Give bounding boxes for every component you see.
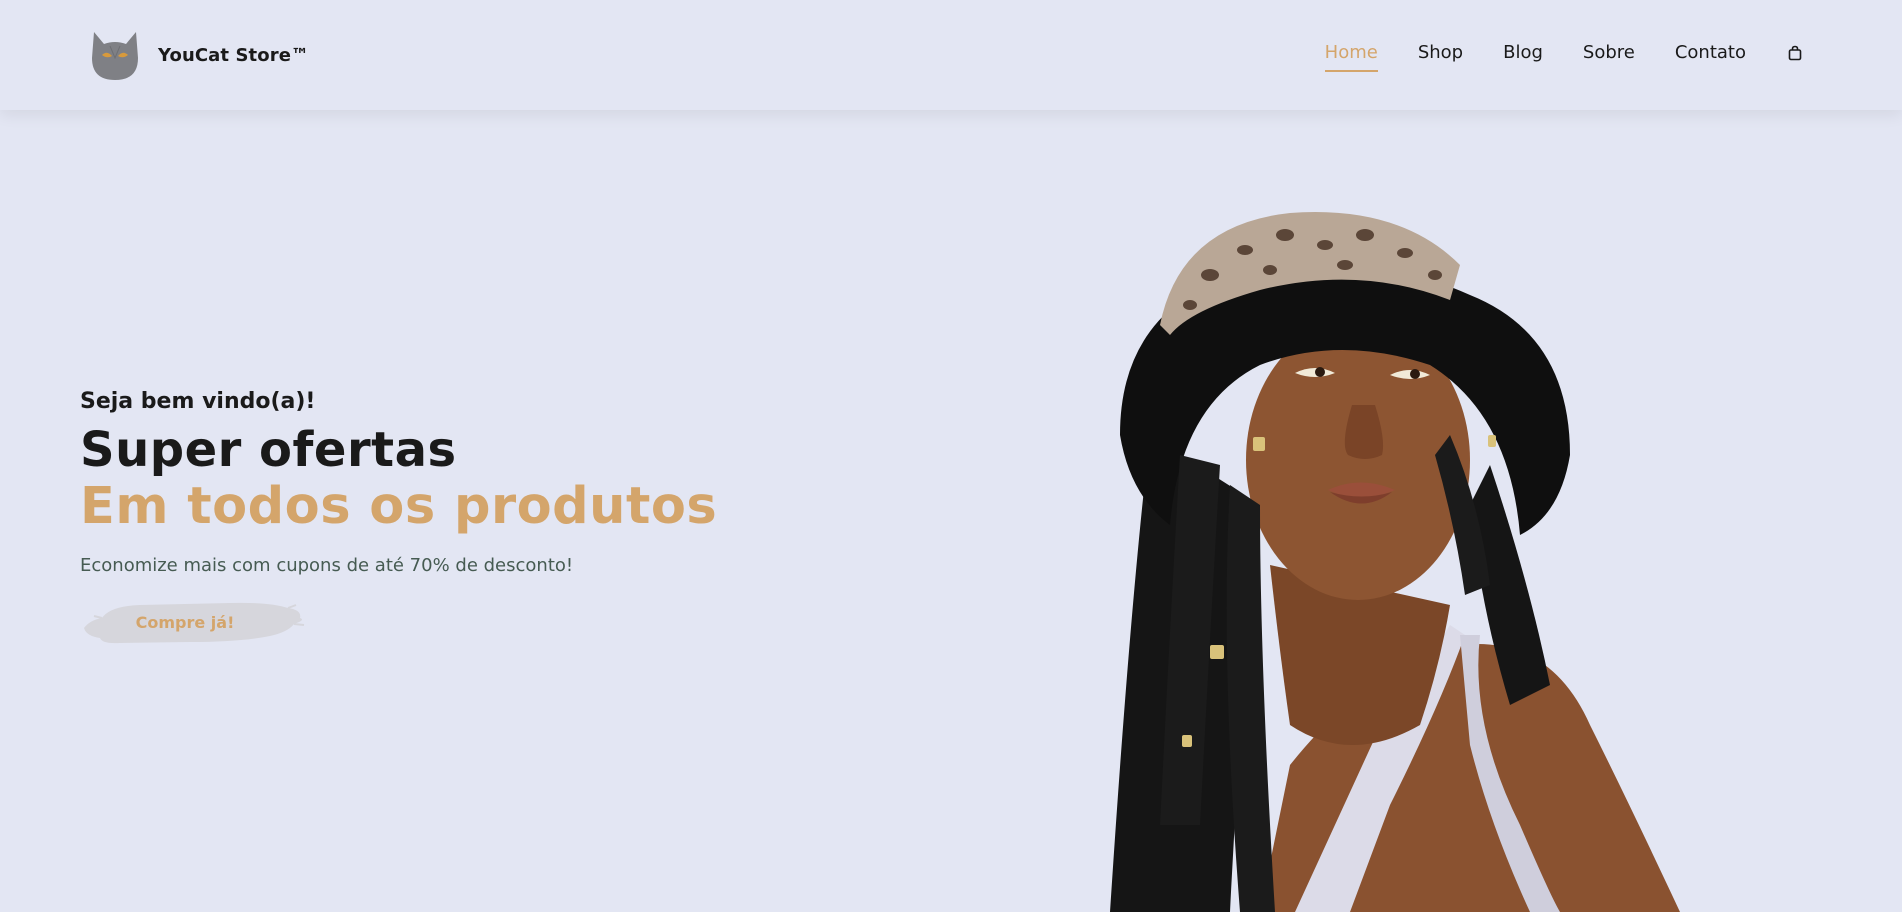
nav-item-contato[interactable]: Contato xyxy=(1675,38,1746,68)
nav-item-home[interactable]: Home xyxy=(1324,38,1378,72)
hero-greeting: Seja bem vindo(a)! xyxy=(80,389,316,414)
shop-now-button[interactable]: Compre já! xyxy=(80,598,306,646)
shop-now-label: Compre já! xyxy=(135,612,235,632)
nav-item-shop[interactable]: Shop xyxy=(1418,38,1463,68)
site-header: YouCat Store™ Home Shop Blog Sobre Conta… xyxy=(0,0,1902,110)
brand[interactable]: YouCat Store™ xyxy=(88,28,309,82)
hero-model-image xyxy=(1110,212,1680,912)
main-nav: Home Shop Blog Sobre Contato xyxy=(1285,38,1804,72)
nav-item-sobre[interactable]: Sobre xyxy=(1583,38,1635,68)
page: YouCat Store™ Home Shop Blog Sobre Conta… xyxy=(0,0,1902,912)
cart-button[interactable] xyxy=(1786,38,1804,68)
nav-item-blog[interactable]: Blog xyxy=(1503,38,1543,68)
shopping-bag-icon xyxy=(1788,45,1802,61)
cat-head-icon xyxy=(92,32,138,80)
hero-subtitle: Em todos os produtos xyxy=(80,477,718,536)
hero-title: Super ofertas xyxy=(80,422,457,478)
hero-section: Seja bem vindo(a)! Super ofertas Em todo… xyxy=(80,384,780,646)
brand-name: YouCat Store™ xyxy=(158,44,310,66)
hero-description: Economize mais com cupons de até 70% de … xyxy=(80,555,574,576)
